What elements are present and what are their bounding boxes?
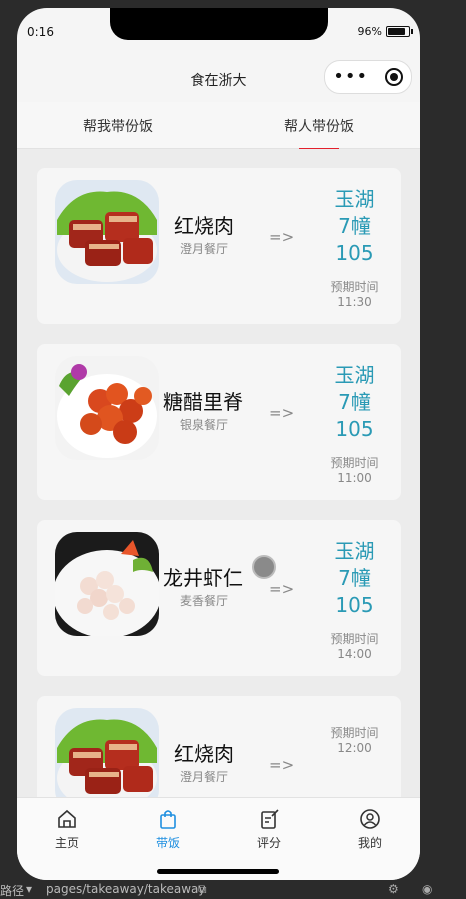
page-path: pages/takeaway/takeaway: [46, 882, 206, 896]
eta-time: 11:00: [337, 471, 372, 485]
restaurant-name: 银泉餐厅: [180, 418, 229, 432]
order-card[interactable]: 糖醋里脊 银泉餐厅 => 玉湖 7幢 105 预期时间 11:00: [37, 344, 401, 500]
nav-profile[interactable]: 我的: [340, 808, 400, 851]
close-target-icon[interactable]: [384, 68, 403, 86]
bottom-tab-bar: 主页 带饭 评分 我的: [17, 797, 420, 880]
eta-time: 12:00: [337, 741, 372, 755]
restaurant-name: 麦香餐厅: [180, 594, 229, 608]
braised-pork-image: [55, 180, 159, 284]
battery-icon: [386, 26, 413, 37]
location-room: 105: [335, 417, 374, 441]
order-list: 红烧肉 澄月餐厅 => 玉湖 7幢 105 预期时间 11:30 糖醋里脊 银泉…: [17, 149, 420, 798]
touch-indicator: [252, 555, 276, 579]
dish-name: 糖醋里脊: [163, 390, 243, 414]
devtools-path-bar: 路径 ▾ pages/takeaway/takeaway ⧉ ⚙ ◉: [0, 880, 466, 898]
bag-icon: [157, 808, 179, 830]
notch: [110, 8, 328, 40]
gear-icon[interactable]: ⚙: [388, 882, 399, 896]
eta-time: 11:30: [337, 295, 372, 309]
tab-help-me[interactable]: 帮我带份饭: [83, 116, 153, 136]
path-label: 路径: [0, 884, 25, 898]
sweet-sour-pork-image: [55, 356, 159, 460]
eye-icon[interactable]: ◉: [422, 882, 432, 896]
restaurant-name: 澄月餐厅: [180, 770, 229, 784]
location-room: 105: [335, 241, 374, 265]
tab-bar: 帮我带份饭 帮人带份饭: [17, 102, 420, 149]
braised-pork-image: [55, 708, 159, 798]
order-card[interactable]: 红烧肉 澄月餐厅 => 预期时间 12:00: [37, 696, 401, 798]
nav-label: 主页: [54, 836, 79, 850]
dish-name: 红烧肉: [174, 742, 234, 766]
edit-icon: [258, 808, 280, 830]
nav-label: 评分: [256, 836, 281, 850]
location-area: 玉湖: [334, 539, 375, 563]
eta-label: 预期时间: [330, 456, 379, 470]
dish-name: 红烧肉: [174, 214, 234, 238]
dropdown-icon[interactable]: ▾: [26, 882, 32, 896]
arrow: =>: [269, 404, 295, 422]
nav-home[interactable]: 主页: [37, 808, 97, 851]
dish-name: 龙井虾仁: [163, 566, 243, 590]
location-area: 玉湖: [334, 363, 375, 387]
tab-help-others[interactable]: 帮人带份饭: [284, 116, 354, 136]
location-room: 105: [335, 593, 374, 617]
location-building: 7幢: [338, 214, 371, 238]
eta-label: 预期时间: [330, 726, 379, 740]
order-card[interactable]: 龙井虾仁 麦香餐厅 => 玉湖 7幢 105 预期时间 14:00: [37, 520, 401, 676]
home-indicator: [157, 869, 279, 874]
location-building: 7幢: [338, 390, 371, 414]
nav-takeaway[interactable]: 带饭: [138, 808, 198, 851]
status-battery: 96%: [357, 25, 413, 38]
eta-label: 预期时间: [330, 632, 379, 646]
nav-label: 带饭: [155, 836, 180, 850]
eta-time: 14:00: [337, 647, 372, 661]
location-building: 7幢: [338, 566, 371, 590]
arrow: =>: [269, 580, 295, 598]
phone-frame: 0:16 96% 食在浙大 ••• 帮我带份饭 帮人带份饭 红烧肉 澄月餐厅 =…: [17, 8, 420, 880]
user-icon: [359, 808, 381, 830]
copy-icon[interactable]: ⧉: [198, 882, 207, 897]
delivery-location: 玉湖 7幢 105: [322, 538, 387, 619]
more-icon[interactable]: •••: [333, 68, 368, 86]
shrimp-image: [55, 532, 159, 636]
order-card[interactable]: 红烧肉 澄月餐厅 => 玉湖 7幢 105 预期时间 11:30: [37, 168, 401, 324]
location-area: 玉湖: [334, 187, 375, 211]
nav-rating[interactable]: 评分: [239, 808, 299, 851]
home-icon: [56, 808, 78, 830]
battery-percent: 96%: [357, 25, 382, 38]
miniprogram-capsule: •••: [324, 60, 412, 94]
eta-label: 预期时间: [330, 280, 379, 294]
delivery-location: 玉湖 7幢 105: [322, 362, 387, 443]
delivery-location: 玉湖 7幢 105: [322, 186, 387, 267]
restaurant-name: 澄月餐厅: [180, 242, 229, 256]
arrow: =>: [269, 228, 295, 246]
nav-label: 我的: [357, 836, 382, 850]
status-time: 0:16: [27, 25, 54, 39]
arrow: =>: [269, 756, 295, 774]
